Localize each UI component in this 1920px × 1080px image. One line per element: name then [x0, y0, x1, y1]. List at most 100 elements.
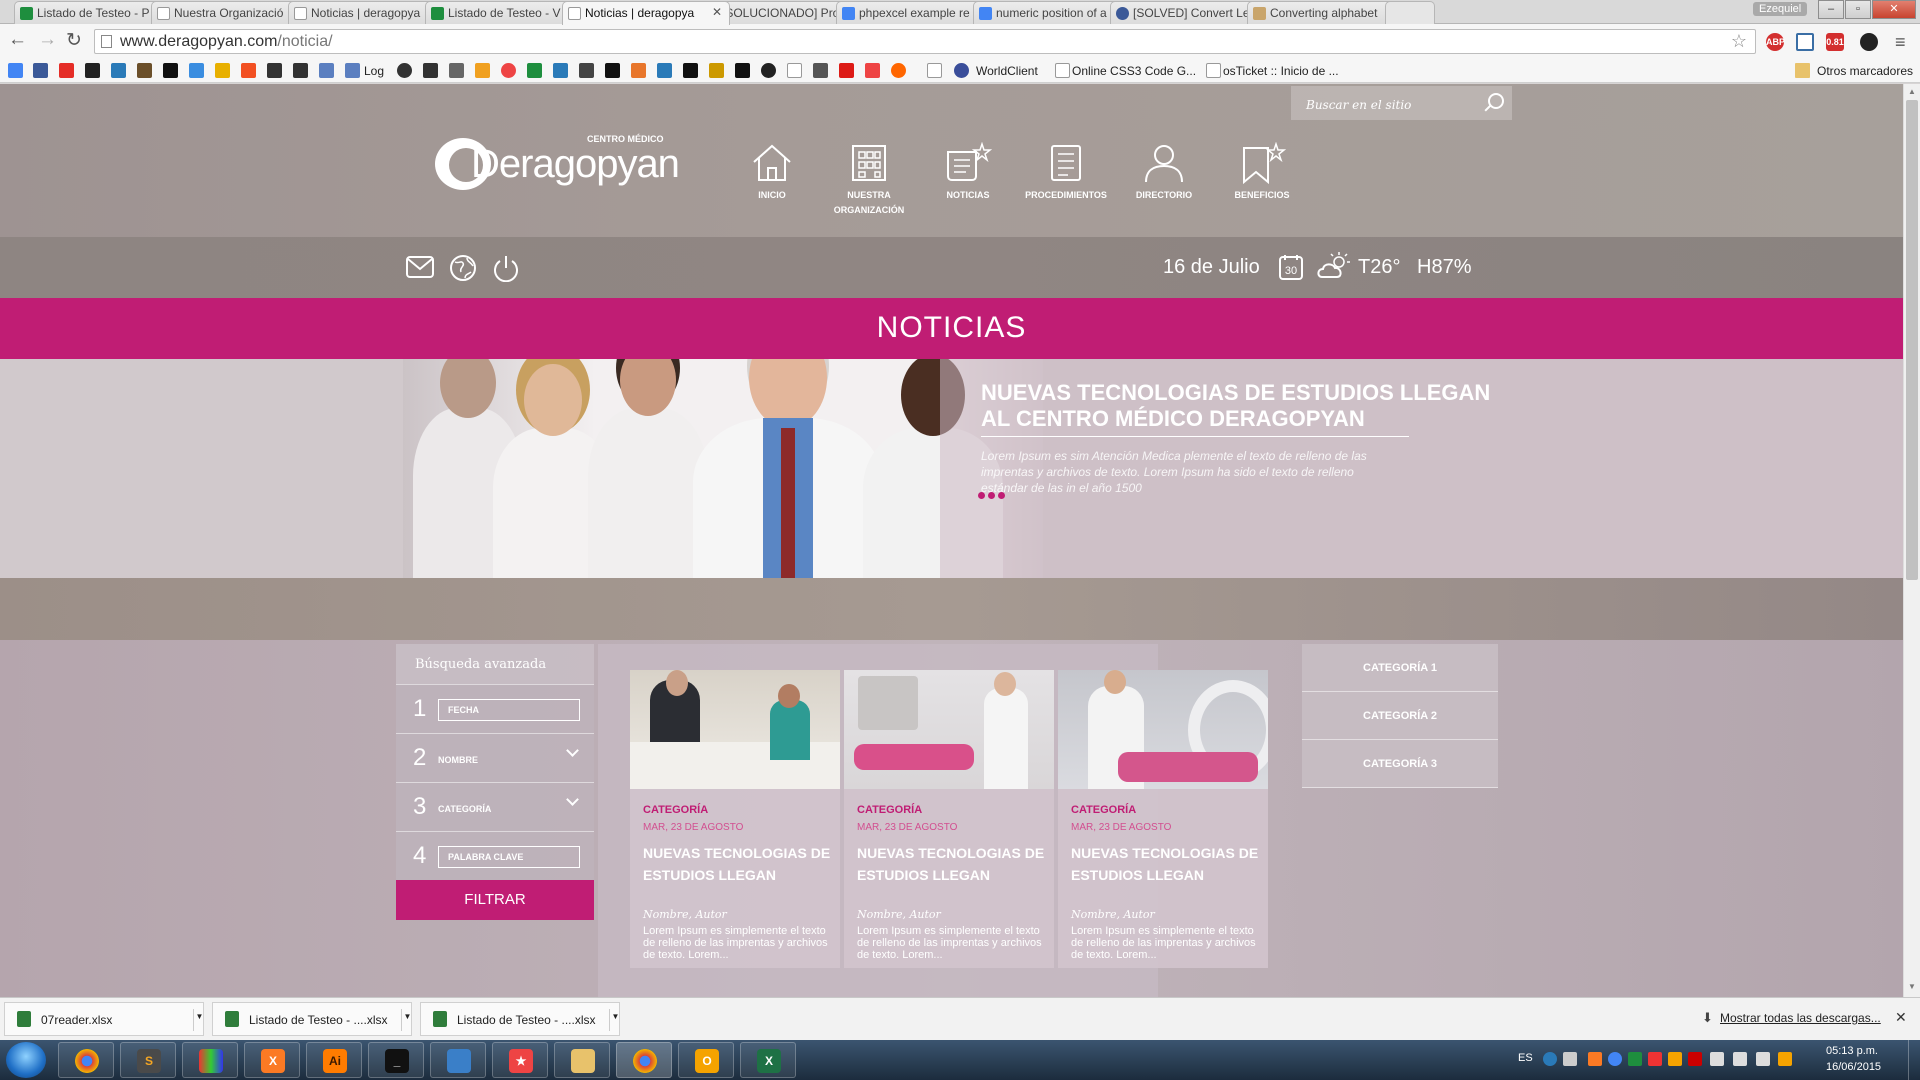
- back-arrow-icon[interactable]: ←: [8, 29, 27, 51]
- nav-inicio[interactable]: INICIO: [722, 142, 822, 203]
- bookmark-icon[interactable]: [709, 63, 724, 78]
- taskbar-sublime[interactable]: S: [120, 1042, 176, 1078]
- acrobat-tray-icon[interactable]: [1688, 1052, 1702, 1066]
- mail-icon[interactable]: [405, 254, 435, 280]
- site-search-input[interactable]: Buscar en el sitio: [1291, 86, 1512, 120]
- headphones-icon[interactable]: [423, 63, 438, 78]
- date-field[interactable]: FECHA: [438, 699, 580, 721]
- extension-badge[interactable]: 0.81: [1826, 33, 1844, 51]
- download-item[interactable]: Listado de Testeo - ....xlsx ▼: [212, 1002, 412, 1036]
- profile-badge[interactable]: Ezequiel: [1753, 2, 1808, 16]
- bookmark-icon[interactable]: [631, 63, 646, 78]
- bookmark-icon[interactable]: [475, 63, 490, 78]
- taskbar-explorer[interactable]: [554, 1042, 610, 1078]
- page-icon[interactable]: [1055, 63, 1070, 78]
- bookmark-icon[interactable]: [267, 63, 282, 78]
- download-item[interactable]: Listado de Testeo - ....xlsx ▼: [420, 1002, 620, 1036]
- bookmark-icon[interactable]: [163, 63, 178, 78]
- bookmark-icon[interactable]: [891, 63, 906, 78]
- taskbar-app[interactable]: ★: [492, 1042, 548, 1078]
- slider-dot[interactable]: [978, 492, 985, 499]
- site-logo[interactable]: Deragopyan CENTRO MÉDICO: [435, 134, 680, 194]
- chevron-down-icon[interactable]: [566, 744, 579, 757]
- chevron-down-icon[interactable]: ▼: [193, 1009, 205, 1031]
- taskbar-chrome[interactable]: [58, 1042, 114, 1078]
- hero-title[interactable]: NUEVAS TECNOLOGIAS DE ESTUDIOS LLEGAN AL…: [981, 380, 1501, 432]
- maximize-button[interactable]: ▫: [1845, 0, 1871, 19]
- download-item[interactable]: 07reader.xlsx ▼: [4, 1002, 204, 1036]
- windows-icon[interactable]: [241, 63, 256, 78]
- scroll-up-icon[interactable]: ▲: [1908, 87, 1916, 96]
- nav-nuestra-organizacion[interactable]: NUESTRA ORGANIZACIÓN: [819, 142, 919, 218]
- scroll-down-icon[interactable]: ▼: [1908, 982, 1916, 991]
- filter-nombre[interactable]: 2 NOMBRE: [396, 733, 594, 782]
- chevron-down-icon[interactable]: ▼: [609, 1009, 621, 1031]
- bookmark-icon[interactable]: [683, 63, 698, 78]
- show-desktop-button[interactable]: [1908, 1040, 1920, 1080]
- bookmark-osticket[interactable]: osTicket :: Inicio de ...: [1223, 64, 1339, 78]
- category-item[interactable]: CATEGORÍA 2: [1302, 692, 1498, 740]
- bookmark-icon[interactable]: [527, 63, 542, 78]
- page-icon[interactable]: [927, 63, 942, 78]
- globe-icon[interactable]: [449, 254, 477, 282]
- chrome-tray-icon[interactable]: [1608, 1052, 1622, 1066]
- worldclient-icon[interactable]: [954, 63, 969, 78]
- keyword-field[interactable]: PALABRA CLAVE: [438, 846, 580, 868]
- news-card[interactable]: CATEGORÍA MAR, 23 DE AGOSTO NUEVAS TECNO…: [844, 670, 1054, 968]
- help-icon[interactable]: [1543, 1052, 1557, 1066]
- scrollbar-thumb[interactable]: [1906, 100, 1918, 580]
- category-item[interactable]: CATEGORÍA 3: [1302, 740, 1498, 788]
- bookmark-icon[interactable]: [501, 63, 516, 78]
- adblock-icon[interactable]: ABP: [1766, 33, 1785, 51]
- nav-procedimientos[interactable]: PROCEDIMIENTOS: [1016, 142, 1116, 203]
- bookmark-icon[interactable]: [449, 63, 464, 78]
- facebook-icon[interactable]: [33, 63, 48, 78]
- category-select[interactable]: CATEGORÍA: [438, 804, 491, 814]
- clock-date[interactable]: 16/06/2015: [1826, 1061, 1881, 1073]
- taskbar-illustrator[interactable]: Ai: [306, 1042, 362, 1078]
- xampp-tray-icon[interactable]: [1588, 1052, 1602, 1066]
- bookmark-log[interactable]: Log: [364, 64, 384, 78]
- bookmark-icon[interactable]: [85, 63, 100, 78]
- taskbar-cmd[interactable]: _: [368, 1042, 424, 1078]
- bookmark-icon[interactable]: [657, 63, 672, 78]
- bookmark-icon[interactable]: [787, 63, 802, 78]
- tray-icon[interactable]: [1648, 1052, 1662, 1066]
- bookmark-icon[interactable]: [579, 63, 594, 78]
- power-icon[interactable]: [492, 254, 520, 282]
- new-tab-button[interactable]: [1385, 1, 1435, 24]
- bookmark-icon[interactable]: [111, 63, 126, 78]
- close-icon[interactable]: ✕: [1895, 1009, 1907, 1026]
- minimize-button[interactable]: –: [1818, 0, 1844, 19]
- bookmark-icon[interactable]: [215, 63, 230, 78]
- extension-icon[interactable]: [1860, 33, 1878, 51]
- clock-time[interactable]: 05:13 p.m.: [1826, 1045, 1878, 1057]
- chevron-down-icon[interactable]: ▼: [401, 1009, 413, 1031]
- language-indicator[interactable]: ES: [1518, 1052, 1533, 1064]
- bookmark-icon[interactable]: [605, 63, 620, 78]
- filter-categoria[interactable]: 3 CATEGORÍA: [396, 782, 594, 831]
- folder-icon[interactable]: [1795, 63, 1810, 78]
- close-tab-icon[interactable]: ✕: [712, 5, 722, 19]
- nav-noticias[interactable]: NOTICIAS: [918, 142, 1018, 203]
- bookmark-icon[interactable]: [293, 63, 308, 78]
- taskbar-excel[interactable]: X: [740, 1042, 796, 1078]
- bookmark-icon[interactable]: [735, 63, 750, 78]
- search-icon[interactable]: [1488, 93, 1504, 109]
- bookmark-icon[interactable]: [553, 63, 568, 78]
- bookmark-icon[interactable]: [137, 63, 152, 78]
- name-select[interactable]: NOMBRE: [438, 755, 478, 765]
- other-bookmarks[interactable]: Otros marcadores: [1817, 64, 1913, 78]
- browser-tab-active[interactable]: Noticias | deragopya ✕: [562, 1, 730, 25]
- taskbar-xampp[interactable]: X: [244, 1042, 300, 1078]
- google-icon[interactable]: [8, 63, 23, 78]
- nav-directorio[interactable]: DIRECTORIO: [1114, 142, 1214, 203]
- network-tray-icon[interactable]: [1733, 1052, 1747, 1066]
- taskbar-network[interactable]: [430, 1042, 486, 1078]
- tray-icon[interactable]: [1563, 1052, 1577, 1066]
- bookmark-icon[interactable]: [189, 63, 204, 78]
- start-button[interactable]: [6, 1042, 46, 1078]
- show-all-downloads-link[interactable]: Mostrar todas las descargas...: [1720, 1011, 1881, 1025]
- news-card[interactable]: CATEGORÍA MAR, 23 DE AGOSTO NUEVAS TECNO…: [630, 670, 840, 968]
- chevron-down-icon[interactable]: [566, 793, 579, 806]
